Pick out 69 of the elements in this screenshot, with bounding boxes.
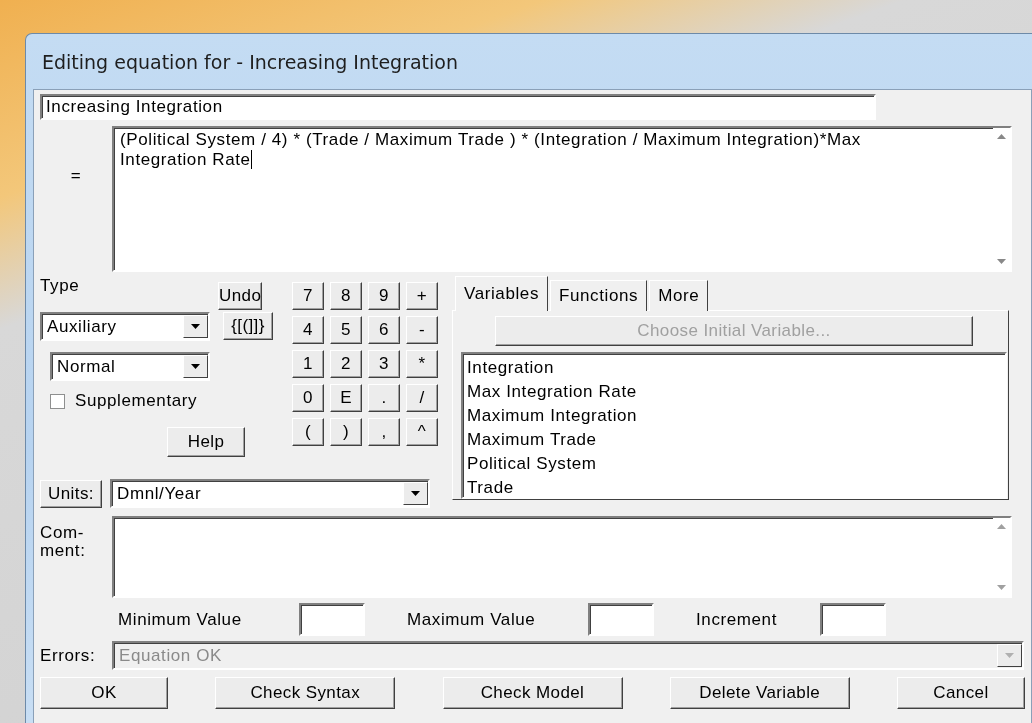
keypad-button[interactable]: 2 — [330, 350, 362, 378]
variable-list-item[interactable]: Maximum Trade — [467, 428, 1001, 452]
keypad-button[interactable]: * — [406, 350, 438, 378]
keypad-button[interactable]: . — [368, 384, 400, 412]
limit-field[interactable] — [820, 603, 886, 636]
keypad-button[interactable]: 6 — [368, 316, 400, 344]
keypad-button[interactable]: 4 — [292, 316, 324, 344]
limit-label: Maximum Value — [407, 609, 537, 630]
keypad-button[interactable]: 5 — [330, 316, 362, 344]
equation-field[interactable]: (Political System / 4) * (Trade / Maximum Trade ) * (Integration / Maximum Integration)*Max Integration Rate — [112, 126, 1012, 272]
units-button[interactable]: Units: — [40, 479, 102, 508]
keypad-button[interactable]: + — [406, 282, 438, 310]
keypad-button[interactable]: 7 — [292, 282, 324, 310]
tab[interactable]: Variables — [455, 276, 548, 311]
keypad-button[interactable]: 8 — [330, 282, 362, 310]
errors-label: Errors: — [40, 645, 97, 666]
comment-field[interactable] — [112, 516, 1012, 598]
dialog-button[interactable]: OK — [40, 677, 168, 709]
limit-label: Minimum Value — [118, 609, 243, 630]
keypad-button[interactable]: / — [406, 384, 438, 412]
tab[interactable]: Functions — [550, 280, 648, 311]
dropdown-button[interactable] — [183, 315, 208, 338]
variable-list-item[interactable]: Max Integration Rate — [467, 380, 1001, 404]
subtype-select[interactable]: Normal — [50, 352, 210, 381]
dialog-button[interactable]: Check Syntax — [215, 677, 396, 709]
errors-field: Equation OK — [112, 641, 1024, 670]
variable-list-item[interactable]: Political System — [467, 452, 1001, 476]
scroll-up-icon[interactable] — [997, 524, 1006, 529]
units-field[interactable]: Dmnl/Year — [110, 479, 430, 508]
type-label: Type — [40, 276, 81, 297]
keypad-button[interactable]: 1 — [292, 350, 324, 378]
comment-label: Com- ment: — [40, 524, 87, 560]
dialog-button[interactable]: Cancel — [897, 677, 1025, 709]
type-select[interactable]: Auxiliary — [40, 312, 210, 341]
keypad-button[interactable]: ) — [330, 418, 362, 446]
caret-down-icon — [191, 324, 200, 329]
dropdown-button[interactable] — [403, 482, 428, 505]
limit-field[interactable] — [299, 603, 365, 636]
variable-list-item[interactable]: Integration — [467, 356, 1001, 380]
scroll-down-icon[interactable] — [997, 585, 1006, 590]
tab[interactable]: More — [649, 280, 709, 311]
keypad-button[interactable]: 3 — [368, 350, 400, 378]
limit-field[interactable] — [588, 603, 654, 636]
caret-down-icon — [191, 364, 200, 369]
window-title: Editing equation for - Increasing Integration — [41, 49, 459, 75]
dialog-button[interactable]: Delete Variable — [669, 677, 850, 709]
keypad-button[interactable]: 9 — [368, 282, 400, 310]
keypad-button[interactable]: E — [330, 384, 362, 412]
brackets-button[interactable]: {[(]]} — [223, 312, 273, 340]
caret-down-icon — [411, 491, 420, 496]
supplementary-checkbox[interactable] — [50, 393, 65, 409]
limit-label: Increment — [696, 609, 778, 630]
help-button[interactable]: Help — [167, 427, 245, 457]
variable-list-item[interactable]: Trade — [467, 476, 1001, 497]
scroll-down-icon[interactable] — [997, 259, 1006, 264]
variable-name-field[interactable]: Increasing Integration — [40, 94, 876, 120]
keypad-button[interactable]: - — [406, 316, 438, 344]
keypad-button[interactable]: ( — [292, 418, 324, 446]
dropdown-button[interactable] — [183, 355, 208, 378]
supplementary-label: Supplementary — [75, 391, 198, 411]
undo-button[interactable]: Undo — [218, 282, 262, 310]
variable-list-item[interactable]: Maximum Integration — [467, 404, 1001, 428]
caret-down-icon — [1005, 653, 1014, 658]
scroll-up-icon[interactable] — [997, 134, 1006, 139]
keypad-button[interactable]: , — [368, 418, 400, 446]
equals-label: = — [69, 166, 83, 186]
keypad-button[interactable]: ^ — [406, 418, 438, 446]
keypad-button[interactable]: 0 — [292, 384, 324, 412]
dialog-button[interactable]: Check Model — [442, 677, 623, 709]
